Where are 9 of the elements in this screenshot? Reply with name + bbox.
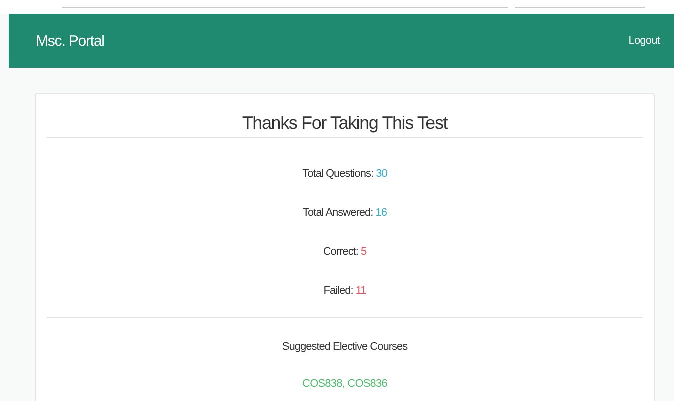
- stat-text: Total Answered: 16: [303, 206, 387, 220]
- stat-text: Total Questions: 30: [302, 167, 388, 181]
- stat-text: Correct: 5: [323, 245, 367, 259]
- suggestion-heading: Suggested Elective Courses: [282, 340, 408, 354]
- course-list: COS838, COS836: [302, 377, 388, 391]
- brand-title: Msc. Portal: [36, 32, 104, 50]
- stat-text: Failed: 11: [324, 284, 366, 298]
- logout-link[interactable]: Logout: [628, 35, 660, 47]
- result-title: Thanks For Taking This Test: [47, 94, 643, 138]
